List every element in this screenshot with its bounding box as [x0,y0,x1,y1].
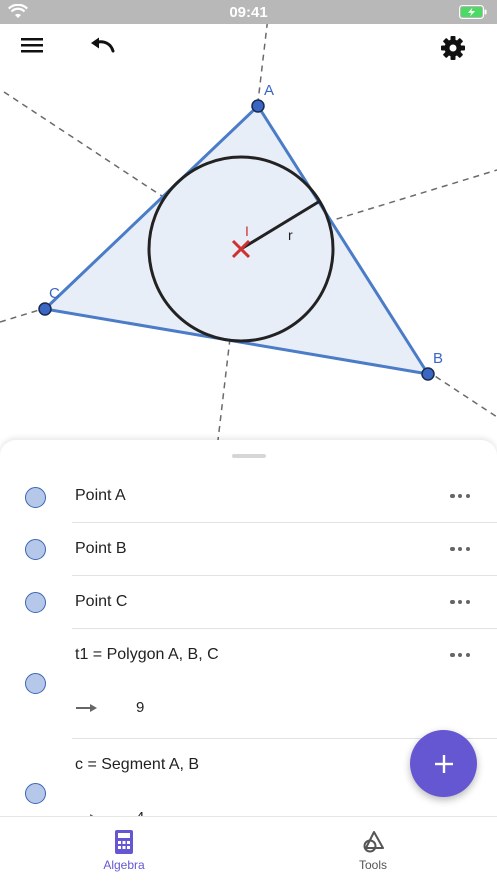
incenter-label: I [245,223,249,239]
menu-button[interactable] [20,35,56,71]
tab-tools[interactable]: Tools [313,817,433,883]
battery-charging-icon [459,5,487,19]
more-options-icon[interactable] [450,545,470,553]
output-arrow-icon [76,704,97,712]
drag-handle[interactable] [232,454,266,458]
visibility-toggle[interactable] [25,539,46,560]
plus-icon [434,754,453,773]
undo-button[interactable] [88,35,124,71]
visibility-toggle[interactable] [25,487,46,508]
add-input-button[interactable] [410,730,477,797]
status-time: 09:41 [229,4,268,21]
more-options-icon[interactable] [450,651,470,659]
tab-label-algebra: Algebra [103,858,145,872]
visibility-toggle[interactable] [25,592,46,613]
algebra-row-label: Point B [75,540,127,557]
point-c-label: C [49,285,60,302]
algebra-row-label: c = Segment A, B [75,756,200,773]
geometry-canvas[interactable]: r I A B C [0,24,497,444]
tab-label-tools: Tools [358,858,387,872]
point-a-label: A [264,82,274,99]
point-c[interactable] [38,302,52,316]
algebra-row-value: 4 [136,809,144,816]
algebra-row-label: Point C [75,593,128,610]
radius-label: r [288,227,293,243]
undo-icon [91,37,115,53]
algebra-row-point-b[interactable]: Point B [0,523,497,576]
point-a[interactable] [251,99,265,113]
status-bar: 09:41 [0,0,497,24]
algebra-row-value: 9 [136,699,145,716]
point-b-label: B [433,350,443,367]
more-options-icon[interactable] [450,598,470,606]
tools-icon [363,831,384,853]
algebra-row-polygon-t1[interactable]: t1 = Polygon A, B, C 9 [0,629,497,739]
point-b[interactable] [421,367,435,381]
visibility-toggle[interactable] [25,783,46,804]
algebra-row-point-c[interactable]: Point C [0,576,497,629]
graphics-view[interactable]: r I A B C [0,24,497,444]
algebra-row-label: Point A [75,487,126,504]
tab-algebra[interactable]: Algebra [64,817,184,883]
algebra-row-point-a[interactable]: Point A [0,470,497,523]
menu-icon [21,38,43,53]
settings-button[interactable] [440,35,476,71]
gear-icon [441,36,465,60]
algebra-row-label: t1 = Polygon A, B, C [75,646,219,663]
calculator-icon [115,830,133,854]
triangle-polygon[interactable] [43,104,430,376]
more-options-icon[interactable] [450,492,470,500]
visibility-toggle[interactable] [25,673,46,694]
bottom-navigation: Algebra Tools [0,816,497,883]
